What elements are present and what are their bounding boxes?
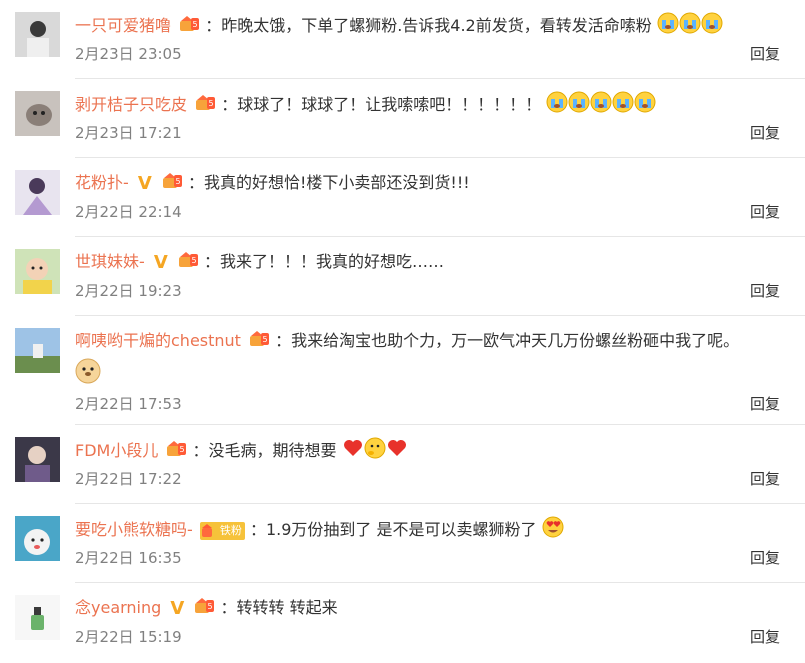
comment-date: 2月22日 15:19 bbox=[75, 628, 182, 646]
avatar[interactable] bbox=[15, 249, 60, 294]
verified-v-icon: V bbox=[170, 597, 185, 619]
vip-badge-icon: 5 bbox=[178, 13, 200, 40]
heart-eyes-emoji bbox=[542, 516, 564, 545]
fan-badge-label: 铁粉 bbox=[219, 523, 242, 537]
vip-badge-icon: 5 bbox=[248, 328, 270, 355]
comment-text: ：我真的好想恰!楼下小卖部还没到货!!! bbox=[188, 173, 470, 192]
user-name-link[interactable]: 花粉扑- bbox=[75, 173, 129, 192]
iron-fan-badge: 铁粉 bbox=[199, 521, 245, 540]
cry-emoji bbox=[634, 91, 656, 120]
reply-button[interactable]: 回复 bbox=[750, 122, 780, 143]
user-name-link[interactable]: 啊咦哟干煸的chestnut bbox=[75, 331, 241, 350]
user-name-link[interactable]: 世琪妹妹- bbox=[75, 252, 145, 271]
comment-text: ：我来给淘宝也助个力，万一欧气冲天几万份螺丝粉砸中我了呢。 bbox=[275, 331, 740, 350]
comment-list: 一只可爱猪噜 5 ：昨晚太饿，下单了螺狮粉.告诉我4.2前发货，看转发活命嗦粉 … bbox=[0, 0, 805, 663]
svg-text:5: 5 bbox=[175, 177, 180, 186]
comment-item: 一只可爱猪噜 5 ：昨晚太饿，下单了螺狮粉.告诉我4.2前发货，看转发活命嗦粉 … bbox=[0, 0, 805, 79]
cry-emoji bbox=[701, 12, 723, 41]
avatar[interactable] bbox=[15, 12, 60, 57]
svg-text:5: 5 bbox=[209, 99, 214, 108]
comment-item: 要吃小熊软糖吗- 铁粉 ：1.9万份抽到了 是不是可以卖螺狮粉了 2月22日 1… bbox=[0, 504, 805, 583]
vip-badge-icon: 5 bbox=[165, 438, 187, 465]
comment-item: 剥开桔子只吃皮 5 ：球球了！球球了！让我嗦嗦吧！！！！！！ 2月23日 17:… bbox=[0, 79, 805, 158]
comment-line: 念yearning V 5 ：转转转 转起来 bbox=[75, 595, 338, 622]
cry-emoji bbox=[679, 12, 701, 41]
svg-text:5: 5 bbox=[191, 256, 196, 265]
verified-v-icon: V bbox=[153, 251, 168, 273]
comment-line: 要吃小熊软糖吗- 铁粉 ：1.9万份抽到了 是不是可以卖螺狮粉了 bbox=[75, 516, 564, 545]
verified-v-icon: V bbox=[137, 172, 152, 194]
comment-date: 2月23日 23:05 bbox=[75, 45, 182, 63]
vip-badge-icon: 5 bbox=[193, 595, 215, 622]
user-name-link[interactable]: 一只可爱猪噜 bbox=[75, 16, 171, 35]
svg-text:5: 5 bbox=[193, 20, 198, 29]
heart-emoji bbox=[342, 437, 364, 466]
cry-emoji bbox=[612, 91, 634, 120]
comment-text: ：昨晚太饿，下单了螺狮粉.告诉我4.2前发货，看转发活命嗦粉 bbox=[205, 16, 652, 35]
reply-button[interactable]: 回复 bbox=[750, 280, 780, 301]
vip-badge-icon: 5 bbox=[177, 249, 199, 276]
comment-date: 2月23日 17:21 bbox=[75, 124, 182, 142]
comment-date: 2月22日 17:53 bbox=[75, 395, 182, 413]
cry-emoji bbox=[568, 91, 590, 120]
comment-text: ：转转转 转起来 bbox=[220, 598, 338, 617]
comment-item: 啊咦哟干煸的chestnut 5 ：我来给淘宝也助个力，万一欧气冲天几万份螺丝粉… bbox=[0, 316, 805, 425]
comment-line: 世琪妹妹- V 5 ：我来了！！！我真的好想吃…… bbox=[75, 249, 444, 276]
comment-date: 2月22日 22:14 bbox=[75, 203, 182, 221]
avatar[interactable] bbox=[15, 595, 60, 640]
svg-text:5: 5 bbox=[208, 602, 213, 611]
reply-button[interactable]: 回复 bbox=[750, 547, 780, 568]
avatar[interactable] bbox=[15, 516, 60, 561]
reply-button[interactable]: 回复 bbox=[750, 626, 780, 647]
reply-button[interactable]: 回复 bbox=[750, 393, 780, 414]
comment-line: FDM小段儿 5 ：没毛病，期待想要 bbox=[75, 437, 408, 466]
comment-item: 花粉扑- V 5 ：我真的好想恰!楼下小卖部还没到货!!! 2月22日 22:1… bbox=[0, 158, 805, 237]
comment-text: ：我来了！！！我真的好想吃…… bbox=[204, 252, 445, 271]
comment-line: 剥开桔子只吃皮 5 ：球球了！球球了！让我嗦嗦吧！！！！！！ bbox=[75, 91, 656, 120]
hug-emoji bbox=[364, 437, 386, 466]
user-name-link[interactable]: 念yearning bbox=[75, 598, 161, 617]
user-name-link[interactable]: FDM小段儿 bbox=[75, 441, 158, 460]
cry-emoji bbox=[590, 91, 612, 120]
avatar[interactable] bbox=[15, 91, 60, 136]
comment-item: 念yearning V 5 ：转转转 转起来 2月22日 15:19 回复 bbox=[0, 583, 805, 663]
user-name-link[interactable]: 剥开桔子只吃皮 bbox=[75, 95, 187, 114]
vip-badge-icon: 5 bbox=[194, 92, 216, 119]
comment-text: ：球球了！球球了！让我嗦嗦吧！！！！！！ bbox=[221, 95, 542, 114]
svg-text:5: 5 bbox=[180, 445, 185, 454]
reply-button[interactable]: 回复 bbox=[750, 43, 780, 64]
comment-line: 花粉扑- V 5 ：我真的好想恰!楼下小卖部还没到货!!! bbox=[75, 170, 470, 197]
doge-emoji bbox=[75, 358, 101, 388]
comment-text: ：没毛病，期待想要 bbox=[192, 441, 337, 460]
comment-line: 啊咦哟干煸的chestnut 5 ：我来给淘宝也助个力，万一欧气冲天几万份螺丝粉… bbox=[75, 328, 739, 355]
avatar[interactable] bbox=[15, 437, 60, 482]
user-name-link[interactable]: 要吃小熊软糖吗- bbox=[75, 520, 193, 539]
comment-item: 世琪妹妹- V 5 ：我来了！！！我真的好想吃…… 2月22日 19:23 回复 bbox=[0, 237, 805, 316]
comment-line: 一只可爱猪噜 5 ：昨晚太饿，下单了螺狮粉.告诉我4.2前发货，看转发活命嗦粉 bbox=[75, 12, 723, 41]
cry-emoji bbox=[657, 12, 679, 41]
emoji-line bbox=[75, 358, 101, 388]
avatar[interactable] bbox=[15, 170, 60, 215]
svg-text:5: 5 bbox=[263, 335, 268, 344]
reply-button[interactable]: 回复 bbox=[750, 468, 780, 489]
comment-text: ：1.9万份抽到了 是不是可以卖螺狮粉了 bbox=[249, 520, 537, 539]
heart-emoji bbox=[386, 437, 408, 466]
vip-badge-icon: 5 bbox=[161, 170, 183, 197]
comment-date: 2月22日 19:23 bbox=[75, 282, 182, 300]
reply-button[interactable]: 回复 bbox=[750, 201, 780, 222]
comment-item: FDM小段儿 5 ：没毛病，期待想要 2月22日 17:22 回复 bbox=[0, 425, 805, 504]
comment-date: 2月22日 17:22 bbox=[75, 470, 182, 488]
cry-emoji bbox=[546, 91, 568, 120]
comment-date: 2月22日 16:35 bbox=[75, 549, 182, 567]
avatar[interactable] bbox=[15, 328, 60, 373]
